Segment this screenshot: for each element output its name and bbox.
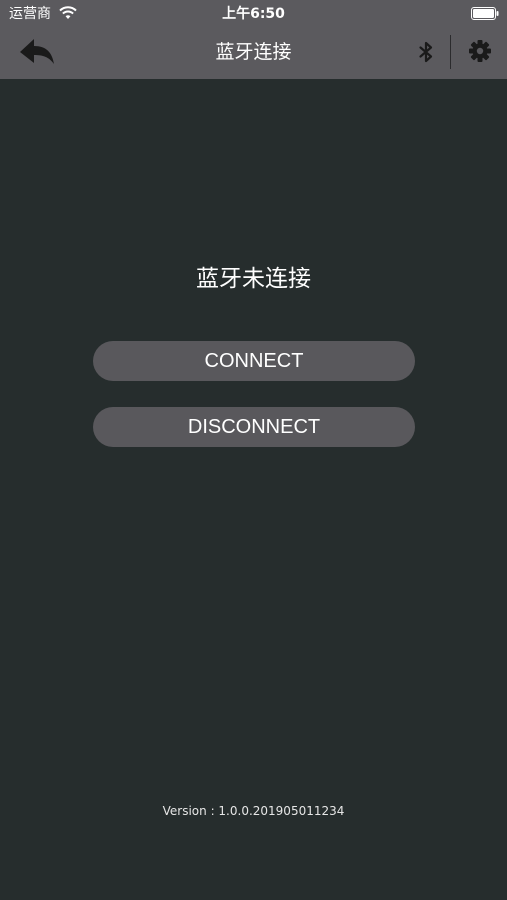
status-bar: 运营商 上午6:50: [0, 0, 507, 28]
bluetooth-button[interactable]: [412, 38, 440, 66]
gear-icon: [469, 40, 491, 62]
version-separator: :: [206, 804, 219, 818]
bluetooth-icon: [419, 41, 433, 63]
version-label: Version: [162, 804, 207, 818]
version-number: 1.0.0.201905011234: [218, 804, 345, 818]
battery-icon: [471, 7, 499, 20]
connection-status-text: 蓝牙未连接: [196, 266, 311, 292]
navigation-bar: 蓝牙连接: [0, 28, 507, 79]
version-info: Version : 1.0.0.201905011234: [0, 802, 507, 820]
connect-button[interactable]: CONNECT: [93, 341, 415, 381]
nav-divider: [450, 35, 451, 69]
status-time: 上午6:50: [222, 6, 285, 22]
settings-button[interactable]: [466, 37, 494, 65]
disconnect-button[interactable]: DISCONNECT: [93, 407, 415, 447]
